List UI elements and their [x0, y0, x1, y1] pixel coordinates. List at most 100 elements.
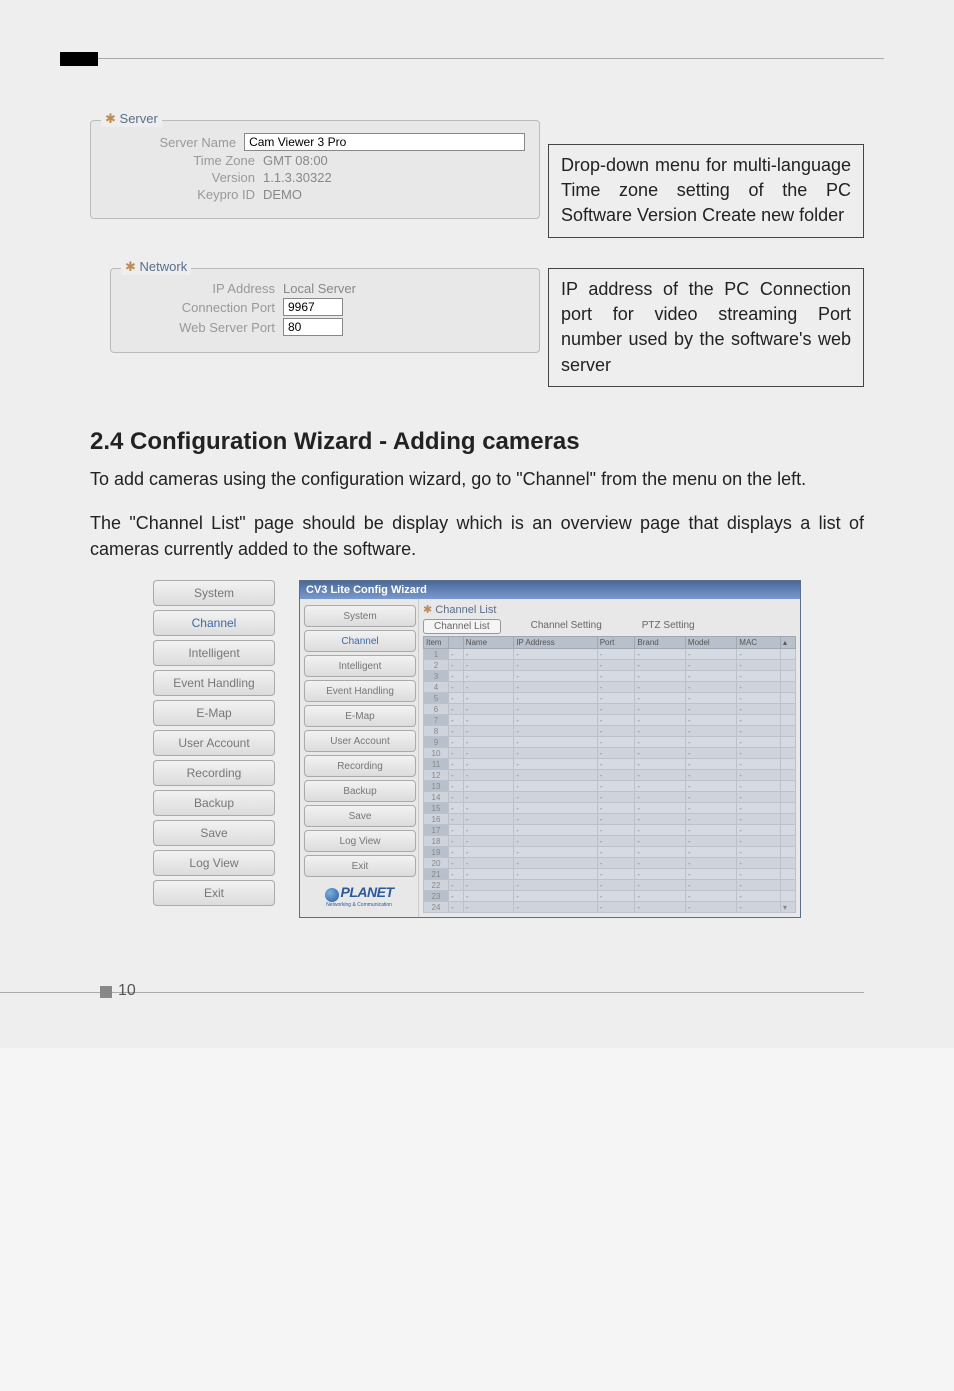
table-row[interactable]: 10-------	[424, 748, 796, 759]
table-row[interactable]: 2-------	[424, 660, 796, 671]
cell: -	[635, 836, 686, 847]
row-index: 18	[424, 836, 449, 847]
cell: -	[737, 682, 781, 693]
cell: -	[463, 715, 514, 726]
tab-channel-setting[interactable]: Channel Setting	[521, 619, 612, 634]
scroll-down-icon[interactable]: ▾	[781, 902, 796, 913]
scroll-track	[781, 858, 796, 869]
cell: -	[685, 803, 736, 814]
cell: -	[635, 803, 686, 814]
table-row[interactable]: 19-------	[424, 847, 796, 858]
menu-item-intelligent[interactable]: Intelligent	[153, 640, 275, 666]
server-annotation: Drop-down menu for multi-language Time z…	[548, 144, 864, 238]
server-name-input[interactable]	[244, 133, 525, 151]
menu-item-system[interactable]: System	[153, 580, 275, 606]
scroll-track	[781, 759, 796, 770]
col-name: Name	[463, 637, 514, 649]
cell: -	[463, 726, 514, 737]
table-row[interactable]: 17-------	[424, 825, 796, 836]
scroll-track	[781, 715, 796, 726]
web-server-port-input[interactable]	[283, 318, 343, 336]
wizard-menu-item-recording[interactable]: Recording	[304, 755, 416, 777]
cell: -	[463, 880, 514, 891]
cell: -	[597, 825, 635, 836]
cell: -	[449, 803, 464, 814]
cell: -	[685, 770, 736, 781]
time-zone-value: GMT 08:00	[263, 153, 328, 168]
cell: -	[463, 704, 514, 715]
menu-item-e-map[interactable]: E-Map	[153, 700, 275, 726]
menu-item-event-handling[interactable]: Event Handling	[153, 670, 275, 696]
table-row[interactable]: 7-------	[424, 715, 796, 726]
tab-channel-list[interactable]: Channel List	[423, 619, 501, 634]
cell: -	[514, 715, 597, 726]
menu-item-log-view[interactable]: Log View	[153, 850, 275, 876]
scroll-up-icon[interactable]: ▴	[781, 637, 796, 649]
cell: -	[685, 781, 736, 792]
wizard-window: CV3 Lite Config Wizard SystemChannelInte…	[299, 580, 801, 918]
gear-icon: ✱	[125, 259, 136, 274]
web-server-port-label: Web Server Port	[125, 320, 283, 335]
wizard-menu-item-intelligent[interactable]: Intelligent	[304, 655, 416, 677]
table-row[interactable]: 13-------	[424, 781, 796, 792]
cell: -	[737, 891, 781, 902]
wizard-menu-item-event-handling[interactable]: Event Handling	[304, 680, 416, 702]
wizard-menu-item-exit[interactable]: Exit	[304, 855, 416, 877]
table-row[interactable]: 20-------	[424, 858, 796, 869]
cell: -	[449, 825, 464, 836]
connection-port-input[interactable]	[283, 298, 343, 316]
table-row[interactable]: 23-------	[424, 891, 796, 902]
menu-item-backup[interactable]: Backup	[153, 790, 275, 816]
tab-ptz-setting[interactable]: PTZ Setting	[632, 619, 705, 634]
cell: -	[514, 902, 597, 913]
menu-item-recording[interactable]: Recording	[153, 760, 275, 786]
wizard-menu-item-user-account[interactable]: User Account	[304, 730, 416, 752]
menu-item-channel[interactable]: Channel	[153, 610, 275, 636]
cell: -	[597, 781, 635, 792]
wizard-menu-item-backup[interactable]: Backup	[304, 780, 416, 802]
cell: -	[685, 880, 736, 891]
version-value: 1.1.3.30322	[263, 170, 332, 185]
cell: -	[514, 770, 597, 781]
cell: -	[737, 825, 781, 836]
table-row[interactable]: 4-------	[424, 682, 796, 693]
table-row[interactable]: 18-------	[424, 836, 796, 847]
wizard-menu-item-system[interactable]: System	[304, 605, 416, 627]
cell: -	[635, 682, 686, 693]
menu-item-save[interactable]: Save	[153, 820, 275, 846]
table-row[interactable]: 16-------	[424, 814, 796, 825]
time-zone-label: Time Zone	[105, 153, 263, 168]
page-footer: 10	[0, 978, 954, 1008]
table-row[interactable]: 22-------	[424, 880, 796, 891]
table-row[interactable]: 1-------	[424, 649, 796, 660]
cell: -	[514, 693, 597, 704]
cell: -	[449, 682, 464, 693]
network-panel-title: Network	[140, 259, 188, 274]
cell: -	[635, 726, 686, 737]
wizard-menu-item-e-map[interactable]: E-Map	[304, 705, 416, 727]
wizard-menu-item-save[interactable]: Save	[304, 805, 416, 827]
keypro-value: DEMO	[263, 187, 302, 202]
table-row[interactable]: 6-------	[424, 704, 796, 715]
cell: -	[685, 858, 736, 869]
cell: -	[449, 847, 464, 858]
menu-item-user-account[interactable]: User Account	[153, 730, 275, 756]
server-panel: ✱ Server Server Name Time Zone GMT 08:00…	[90, 120, 540, 219]
wizard-menu-item-channel[interactable]: Channel	[304, 630, 416, 652]
table-row[interactable]: 15-------	[424, 803, 796, 814]
wizard-menu-item-log-view[interactable]: Log View	[304, 830, 416, 852]
table-row[interactable]: 21-------	[424, 869, 796, 880]
table-row[interactable]: 9-------	[424, 737, 796, 748]
table-row[interactable]: 5-------	[424, 693, 796, 704]
scroll-track	[781, 891, 796, 902]
cell: -	[685, 726, 736, 737]
table-row[interactable]: 24-------▾	[424, 902, 796, 913]
cell: -	[463, 792, 514, 803]
table-row[interactable]: 3-------	[424, 671, 796, 682]
table-row[interactable]: 12-------	[424, 770, 796, 781]
cell: -	[737, 803, 781, 814]
table-row[interactable]: 11-------	[424, 759, 796, 770]
table-row[interactable]: 8-------	[424, 726, 796, 737]
table-row[interactable]: 14-------	[424, 792, 796, 803]
menu-item-exit[interactable]: Exit	[153, 880, 275, 906]
